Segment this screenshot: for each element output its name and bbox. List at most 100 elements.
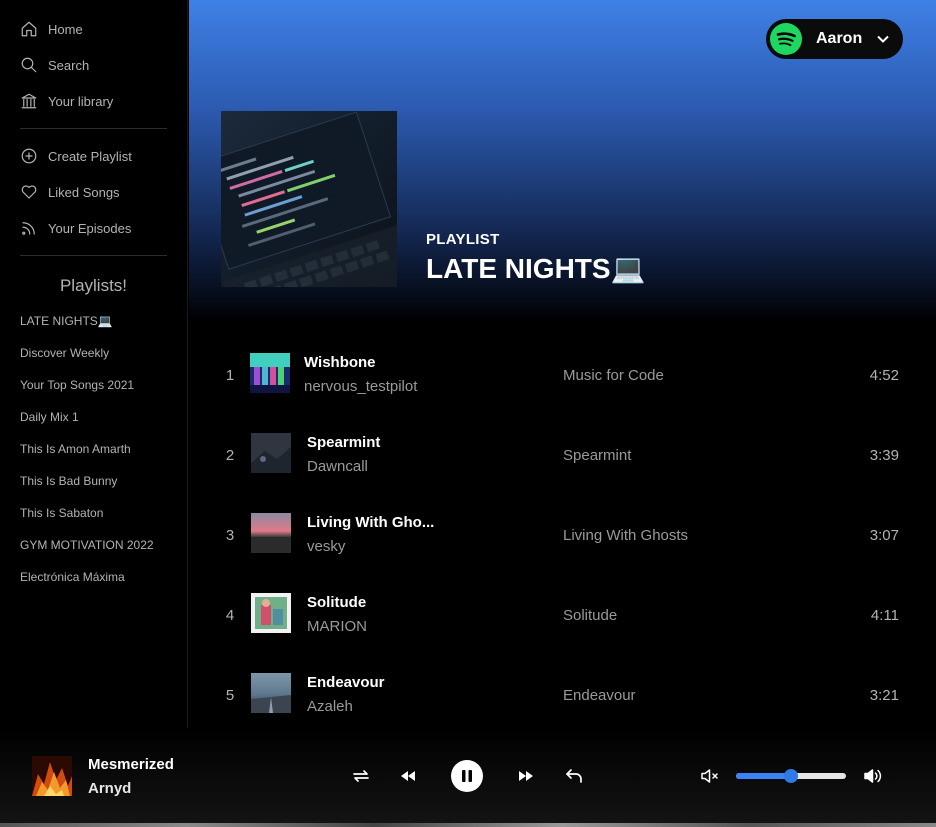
pause-icon: [462, 770, 472, 782]
track-title: Endeavour: [307, 674, 385, 691]
heart-icon: [21, 185, 37, 199]
home-icon: [21, 21, 37, 37]
track-artwork: [251, 513, 291, 553]
track-title: Solitude: [307, 594, 367, 611]
track-number: 4: [225, 607, 235, 624]
volume-fill: [736, 773, 791, 779]
track-number: 1: [225, 367, 235, 384]
track-artist[interactable]: MARION: [307, 618, 367, 635]
sidebar-item-label: Your library: [48, 93, 114, 109]
now-playing-artist[interactable]: Arnyd: [88, 780, 131, 797]
sidebar-item-label: Home: [48, 21, 83, 37]
sidebar-playlist-item[interactable]: Electrónica Máxima: [0, 561, 187, 593]
playlists-heading: Playlists!: [59, 276, 128, 295]
track-artist[interactable]: Dawncall: [307, 458, 368, 475]
main-content: Aaron PLAYLIST LATE NIGHTS💻 1 Wishbone n…: [189, 0, 936, 728]
rss-icon: [22, 222, 35, 235]
sidebar-divider: [20, 255, 167, 256]
track-album[interactable]: Endeavour: [563, 687, 636, 704]
track-number: 2: [225, 447, 235, 464]
sidebar-playlist-item[interactable]: This Is Bad Bunny: [0, 465, 187, 497]
now-playing-title[interactable]: Mesmerized: [88, 756, 174, 773]
playlist-cover: [221, 111, 397, 287]
track-artist[interactable]: Azaleh: [307, 698, 353, 715]
chevron-down-icon: [877, 35, 889, 43]
playlist-list: LATE NIGHTS💻 Discover Weekly Your Top So…: [0, 305, 187, 593]
sidebar-playlist-item[interactable]: This Is Sabaton: [0, 497, 187, 529]
mute-button[interactable]: [700, 767, 720, 785]
undo-button[interactable]: [565, 767, 583, 785]
sidebar-item-label: Search: [48, 57, 90, 73]
volume-button[interactable]: [863, 767, 883, 785]
track-row[interactable]: 3 Living With Gho... vesky Living With G…: [189, 495, 936, 575]
sidebar: Home Search Your library Create Playlist…: [0, 0, 188, 728]
track-duration: 3:21: [869, 687, 899, 704]
taskbar-strip: [0, 823, 936, 827]
track-number: 5: [225, 687, 235, 704]
sidebar-playlist-item[interactable]: Discover Weekly: [0, 337, 187, 369]
sidebar-nav: Home Search Your library: [0, 0, 187, 119]
previous-icon: [401, 771, 415, 781]
now-playing-artwork[interactable]: [32, 756, 72, 796]
your-episodes-button[interactable]: Your Episodes: [0, 210, 187, 246]
sidebar-playlist-item[interactable]: LATE NIGHTS💻: [0, 305, 187, 337]
track-duration: 4:11: [870, 607, 899, 624]
sidebar-playlist-item[interactable]: GYM MOTIVATION 2022: [0, 529, 187, 561]
volume-slider[interactable]: [736, 769, 846, 783]
sidebar-item-home[interactable]: Home: [0, 11, 187, 47]
user-name: Aaron: [816, 30, 863, 47]
liked-songs-button[interactable]: Liked Songs: [0, 174, 187, 210]
track-artwork: [251, 433, 291, 473]
track-album[interactable]: Living With Ghosts: [563, 527, 688, 544]
track-artwork: [250, 353, 290, 393]
track-artist[interactable]: nervous_testpilot: [304, 378, 417, 395]
track-row[interactable]: 4 Solitude MARION Solitude 4:11: [189, 575, 936, 655]
player-bar: Mesmerized Arnyd: [0, 728, 936, 827]
undo-icon: [566, 769, 582, 783]
track-artist[interactable]: vesky: [307, 538, 345, 555]
sidebar-playlist-item[interactable]: Your Top Songs 2021: [0, 369, 187, 401]
repeat-button[interactable]: [352, 767, 370, 785]
sidebar-playlist-item[interactable]: This Is Amon Amarth: [0, 433, 187, 465]
track-album[interactable]: Spearmint: [563, 447, 631, 464]
page-title: LATE NIGHTS💻: [426, 253, 646, 284]
sidebar-item-search[interactable]: Search: [0, 47, 187, 83]
next-icon: [519, 771, 533, 781]
sidebar-actions: Create Playlist Liked Songs Your Episode…: [0, 138, 187, 246]
track-number: 3: [225, 527, 235, 544]
track-title: Spearmint: [307, 434, 381, 451]
track-album[interactable]: Music for Code: [563, 367, 664, 384]
sidebar-item-label: Create Playlist: [48, 148, 132, 164]
volume-slider-thumb[interactable]: [784, 769, 798, 783]
search-icon: [21, 57, 37, 73]
track-artwork: [251, 593, 291, 633]
track-artwork: [251, 673, 291, 713]
user-menu-button[interactable]: Aaron: [766, 19, 903, 59]
library-icon: [21, 93, 37, 109]
track-row[interactable]: 5 Endeavour Azaleh Endeavour 3:21: [189, 655, 936, 728]
track-duration: 4:52: [869, 367, 899, 384]
sidebar-item-label: Liked Songs: [48, 184, 120, 200]
track-list: 1 Wishbone nervous_testpilot Music for C…: [189, 335, 936, 728]
sidebar-divider: [20, 128, 167, 129]
previous-button[interactable]: [399, 768, 417, 784]
next-button[interactable]: [517, 768, 535, 784]
sidebar-item-label: Your Episodes: [48, 220, 132, 236]
sidebar-item-library[interactable]: Your library: [0, 83, 187, 119]
track-title: Wishbone: [304, 354, 376, 371]
track-duration: 3:39: [869, 447, 899, 464]
track-row[interactable]: 1 Wishbone nervous_testpilot Music for C…: [189, 335, 936, 415]
play-pause-button[interactable]: [451, 760, 483, 792]
track-title: Living With Gho...: [307, 514, 435, 531]
sidebar-playlist-item[interactable]: Daily Mix 1: [0, 401, 187, 433]
volume-icon: [864, 769, 882, 783]
spotify-icon: [770, 23, 802, 55]
track-duration: 3:07: [869, 527, 899, 544]
track-row[interactable]: 2 Spearmint Dawncall Spearmint 3:39: [189, 415, 936, 495]
repeat-icon: [353, 770, 369, 782]
plus-circle-icon: [21, 148, 37, 164]
create-playlist-button[interactable]: Create Playlist: [0, 138, 187, 174]
track-album[interactable]: Solitude: [563, 607, 617, 624]
mute-icon: [701, 769, 718, 783]
playlist-type-label: PLAYLIST: [426, 231, 500, 248]
